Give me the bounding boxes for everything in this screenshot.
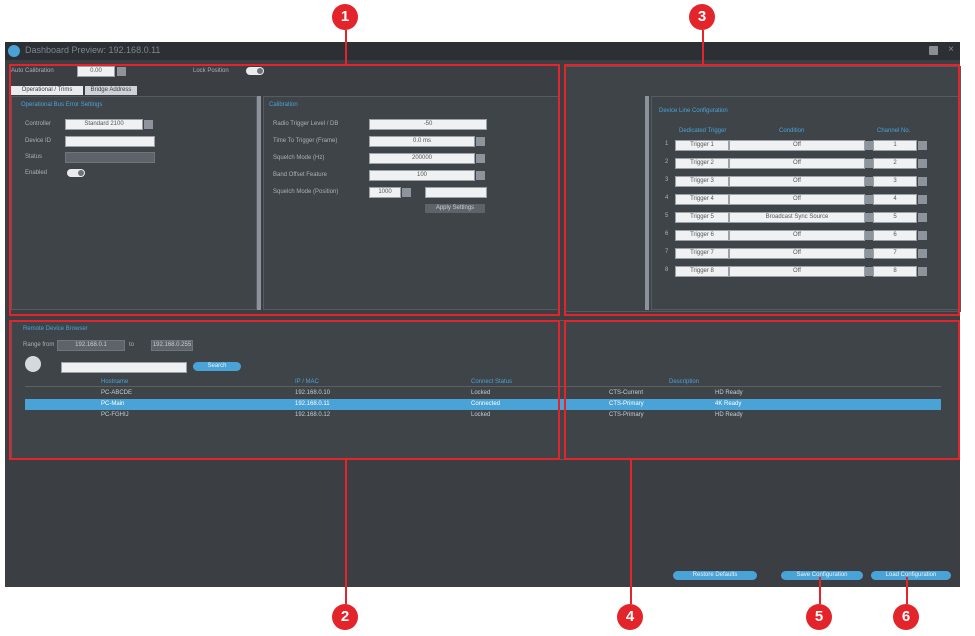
annotation-badge-1: 1 <box>332 4 358 30</box>
annotation-box-1 <box>9 64 560 316</box>
annotation-leader-6 <box>906 577 908 604</box>
annotation-badge-4: 4 <box>617 604 643 630</box>
close-icon[interactable]: × <box>948 44 954 55</box>
annotation-box-3 <box>564 64 960 316</box>
annotation-leader-3 <box>702 30 704 64</box>
annotation-badge-6: 6 <box>893 604 919 630</box>
annotation-box-4 <box>564 320 960 460</box>
window-title: Dashboard Preview: 192.168.0.11 <box>25 45 161 55</box>
settings-icon[interactable] <box>929 46 938 55</box>
restore-defaults-button[interactable]: Restore Defaults <box>673 571 757 580</box>
annotation-badge-3: 3 <box>689 4 715 30</box>
annotation-box-2 <box>9 320 560 460</box>
app-logo-icon <box>8 45 20 57</box>
annotation-badge-5: 5 <box>806 604 832 630</box>
save-configuration-button[interactable]: Save Configuration <box>781 571 863 580</box>
title-bar: Dashboard Preview: 192.168.0.11 × <box>5 42 960 60</box>
annotation-leader-2 <box>345 460 347 604</box>
annotation-leader-4 <box>630 460 632 604</box>
load-configuration-button[interactable]: Load Configuration <box>871 571 951 580</box>
annotation-leader-1 <box>345 30 347 64</box>
annotation-badge-2: 2 <box>332 604 358 630</box>
annotation-leader-5 <box>819 577 821 604</box>
